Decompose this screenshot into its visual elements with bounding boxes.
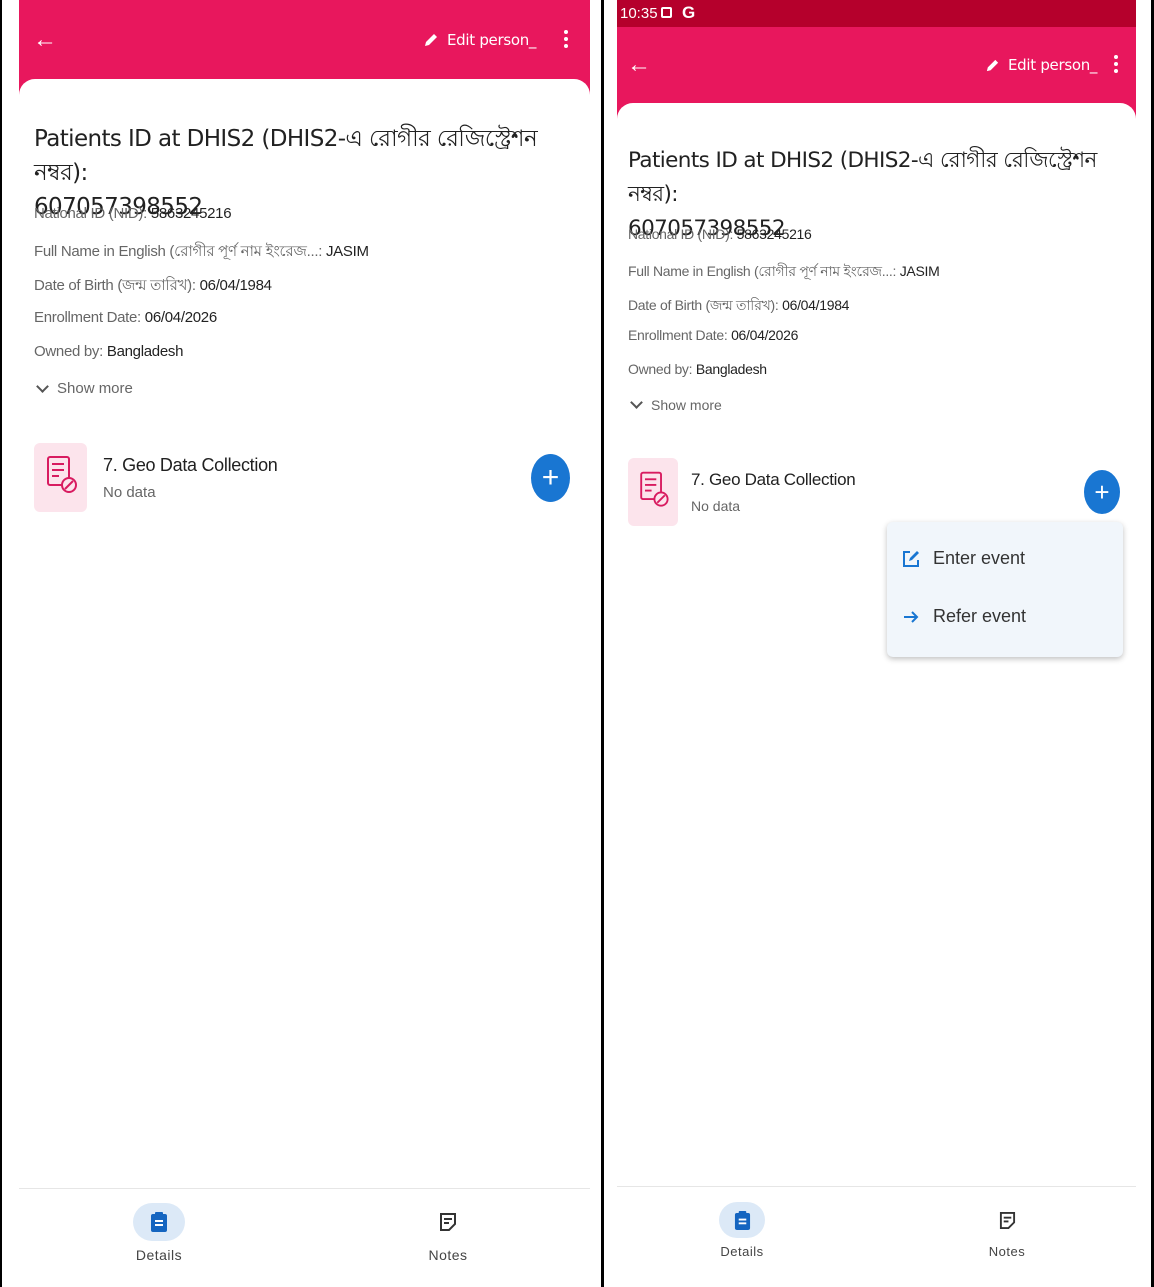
frame-border-left — [0, 0, 2, 1287]
nav-details-pill — [719, 1202, 765, 1238]
edit-person-label: Edit person_ — [1008, 56, 1098, 74]
pencil-icon — [986, 59, 999, 71]
edit-person-button[interactable]: Edit person_ — [985, 56, 1097, 74]
stage-title[interactable]: 7. Geo Data Collection — [691, 470, 856, 490]
attr-owned-by: Owned by: Bangladesh — [34, 343, 184, 360]
stage-form-icon — [628, 458, 678, 526]
stage-subtitle: No data — [691, 498, 741, 514]
refer-event-label: Refer event — [933, 606, 1027, 626]
note-icon — [999, 1211, 1015, 1229]
frame-divider — [601, 0, 604, 1287]
stage-title[interactable]: 7. Geo Data Collection — [103, 455, 278, 476]
screen-left: ← Edit person_ Patients ID at DHIS2 (DHI… — [19, 0, 590, 1287]
chevron-down-icon — [36, 379, 49, 393]
arrow-right-icon — [904, 610, 919, 623]
attr-enrollment-date: Enrollment Date: 06/04/2026 — [628, 327, 799, 343]
back-arrow-icon[interactable]: ← — [627, 53, 651, 77]
clipboard-icon — [151, 1212, 167, 1232]
chevron-down-icon — [630, 396, 643, 409]
bottom-nav-divider — [19, 1188, 590, 1189]
more-vert-icon[interactable] — [564, 30, 568, 51]
edit-box-icon — [903, 550, 919, 567]
add-event-button[interactable]: + — [531, 454, 570, 502]
refer-event-item[interactable]: Refer event — [901, 606, 1026, 627]
stage-subtitle: No data — [103, 484, 156, 501]
attr-enrollment-date: Enrollment Date: 06/04/2026 — [34, 309, 217, 326]
attr-national-id: National ID (NID): 5863245216 — [628, 226, 812, 242]
nav-notes[interactable]: Notes — [975, 1202, 1039, 1259]
edit-person-button[interactable]: Edit person_ — [423, 31, 536, 49]
nav-notes-label: Notes — [988, 1244, 1026, 1259]
show-more-label: Show more — [651, 397, 722, 413]
details-card: Patients ID at DHIS2 (DHIS2-এ রোগীর রেজি… — [19, 79, 590, 1187]
more-vert-icon[interactable] — [1114, 55, 1118, 76]
back-arrow-icon[interactable]: ← — [33, 28, 57, 52]
attr-national-id: National ID (NID): 5863245216 — [34, 205, 232, 222]
attr-date-of-birth: Date of Birth (জন্ম তারিখ): 06/04/1984 — [628, 297, 850, 313]
status-bar: 10:35 G — [617, 0, 1136, 27]
pencil-icon — [425, 34, 437, 46]
enter-event-label: Enter event — [933, 548, 1026, 568]
nav-notes[interactable]: Notes — [416, 1203, 480, 1263]
show-more-button[interactable]: Show more — [36, 379, 133, 397]
screen-right: 10:35 G ← Edit person_ Patients ID at DH… — [617, 0, 1136, 1287]
add-event-menu: Enter event Refer event — [887, 522, 1123, 657]
edit-person-label: Edit person_ — [447, 31, 537, 49]
notification-icon — [661, 7, 672, 18]
patient-title-label: Patients ID at DHIS2 (DHIS2-এ রোগীর রেজি… — [628, 148, 1097, 207]
status-time: 10:35 — [620, 5, 658, 22]
attr-date-of-birth: Date of Birth (জন্ম তারিখ): 06/04/1984 — [34, 277, 272, 294]
attr-full-name: Full Name in English (রোগীর পূর্ণ নাম ইং… — [628, 263, 940, 279]
nav-notes-label: Notes — [428, 1247, 468, 1263]
nav-details-pill — [133, 1203, 185, 1241]
attr-full-name: Full Name in English (রোগীর পূর্ণ নাম ইং… — [34, 243, 369, 260]
nav-details-label: Details — [720, 1244, 764, 1259]
add-event-button[interactable]: + — [1084, 470, 1120, 514]
stage-form-icon — [34, 443, 87, 512]
show-more-button[interactable]: Show more — [630, 396, 722, 413]
note-icon — [440, 1213, 456, 1231]
patient-title-label: Patients ID at DHIS2 (DHIS2-এ রোগীর রেজি… — [34, 126, 538, 186]
nav-details[interactable]: Details — [127, 1203, 191, 1263]
google-icon: G — [682, 3, 696, 22]
nav-details-label: Details — [135, 1247, 183, 1263]
attr-owned-by: Owned by: Bangladesh — [628, 361, 767, 377]
bottom-nav-divider — [617, 1186, 1136, 1187]
nav-details[interactable]: Details — [710, 1202, 774, 1259]
enter-event-item[interactable]: Enter event — [901, 548, 1025, 569]
clipboard-icon — [734, 1210, 750, 1230]
show-more-label: Show more — [57, 380, 133, 397]
